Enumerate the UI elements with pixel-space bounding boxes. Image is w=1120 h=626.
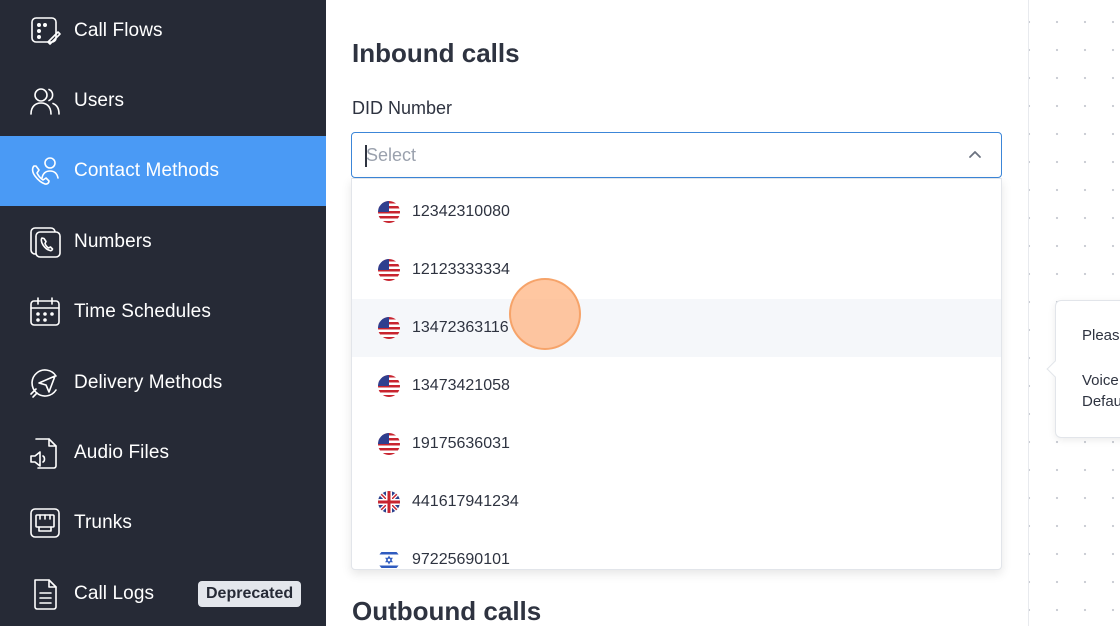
us-flag-icon (378, 201, 400, 223)
info-popover: Pleas Voice Defau (1046, 300, 1120, 438)
did-number-label: DID Number (352, 98, 453, 118)
popover-line: Voice (1082, 372, 1119, 389)
dropdown-option[interactable]: 12342310080 (352, 183, 1001, 241)
sidebar: Call Flows Users Contact Methods Numbers… (0, 0, 326, 626)
sidebar-item-call-logs[interactable]: Call Logs Deprecated (0, 559, 326, 626)
sidebar-item-label: Delivery Methods (74, 372, 223, 393)
dropdown-option[interactable]: 13473421058 (352, 357, 1001, 415)
us-flag-icon (378, 259, 400, 281)
sidebar-item-call-flows[interactable]: Call Flows (0, 0, 326, 66)
audio-file-icon (28, 436, 62, 470)
paper-plane-icon (28, 366, 62, 400)
option-label: 19175636031 (412, 435, 510, 452)
sidebar-item-contact-methods[interactable]: Contact Methods (0, 136, 326, 206)
us-flag-icon (378, 317, 400, 339)
calendar-icon (28, 295, 62, 329)
option-label: 12123333334 (412, 261, 510, 278)
popover-line: Pleas (1082, 327, 1120, 344)
did-number-dropdown: 12342310080 12123333334 13472363116 1347… (351, 178, 1002, 570)
dropdown-option[interactable]: 19175636031 (352, 415, 1001, 473)
israel-flag-icon (378, 549, 400, 569)
sidebar-item-users[interactable]: Users (0, 66, 326, 136)
dropdown-option[interactable]: 441617941234 (352, 473, 1001, 531)
sidebar-item-label: Users (74, 90, 125, 111)
option-label: 13472363116 (412, 319, 509, 336)
main-content: Inbound calls DID Number Select 12342310… (326, 0, 1028, 626)
sidebar-item-delivery-methods[interactable]: Delivery Methods (0, 348, 326, 418)
users-icon (28, 84, 62, 118)
dropdown-option[interactable]: 13472363116 (352, 299, 1001, 357)
sidebar-item-label: Call Flows (74, 20, 163, 41)
option-label: 97225690101 (412, 551, 510, 568)
did-number-select[interactable]: Select (351, 132, 1002, 178)
uk-flag-icon (378, 491, 400, 513)
sidebar-item-label: Contact Methods (74, 160, 220, 181)
us-flag-icon (378, 433, 400, 455)
sidebar-item-label: Audio Files (74, 442, 170, 463)
contact-methods-icon (28, 154, 62, 188)
option-label: 13473421058 (412, 377, 510, 394)
click-indicator (509, 278, 581, 350)
outbound-calls-title: Outbound calls (352, 596, 542, 626)
deprecated-badge: Deprecated (198, 581, 302, 607)
sidebar-item-label: Time Schedules (74, 301, 211, 322)
sidebar-item-audio-files[interactable]: Audio Files (0, 418, 326, 488)
sidebar-item-trunks[interactable]: Trunks (0, 488, 326, 558)
inbound-calls-title: Inbound calls (352, 38, 520, 68)
option-label: 441617941234 (412, 493, 519, 510)
call-flows-icon (28, 14, 62, 48)
dropdown-option[interactable]: 12123333334 (352, 241, 1001, 299)
us-flag-icon (378, 375, 400, 397)
call-logs-icon (28, 577, 62, 611)
option-label: 12342310080 (412, 203, 510, 220)
sidebar-item-label: Numbers (74, 231, 152, 252)
select-placeholder: Select (366, 145, 417, 165)
sidebar-item-numbers[interactable]: Numbers (0, 207, 326, 277)
sidebar-item-label: Trunks (74, 512, 132, 533)
chevron-up-icon[interactable] (967, 147, 983, 163)
popover-line: Defau (1082, 393, 1120, 410)
sidebar-item-label: Call Logs (74, 583, 155, 604)
trunks-icon (28, 506, 62, 540)
numbers-icon (28, 225, 62, 259)
sidebar-item-time-schedules[interactable]: Time Schedules (0, 277, 326, 347)
dropdown-option[interactable]: 97225690101 (352, 531, 1001, 569)
